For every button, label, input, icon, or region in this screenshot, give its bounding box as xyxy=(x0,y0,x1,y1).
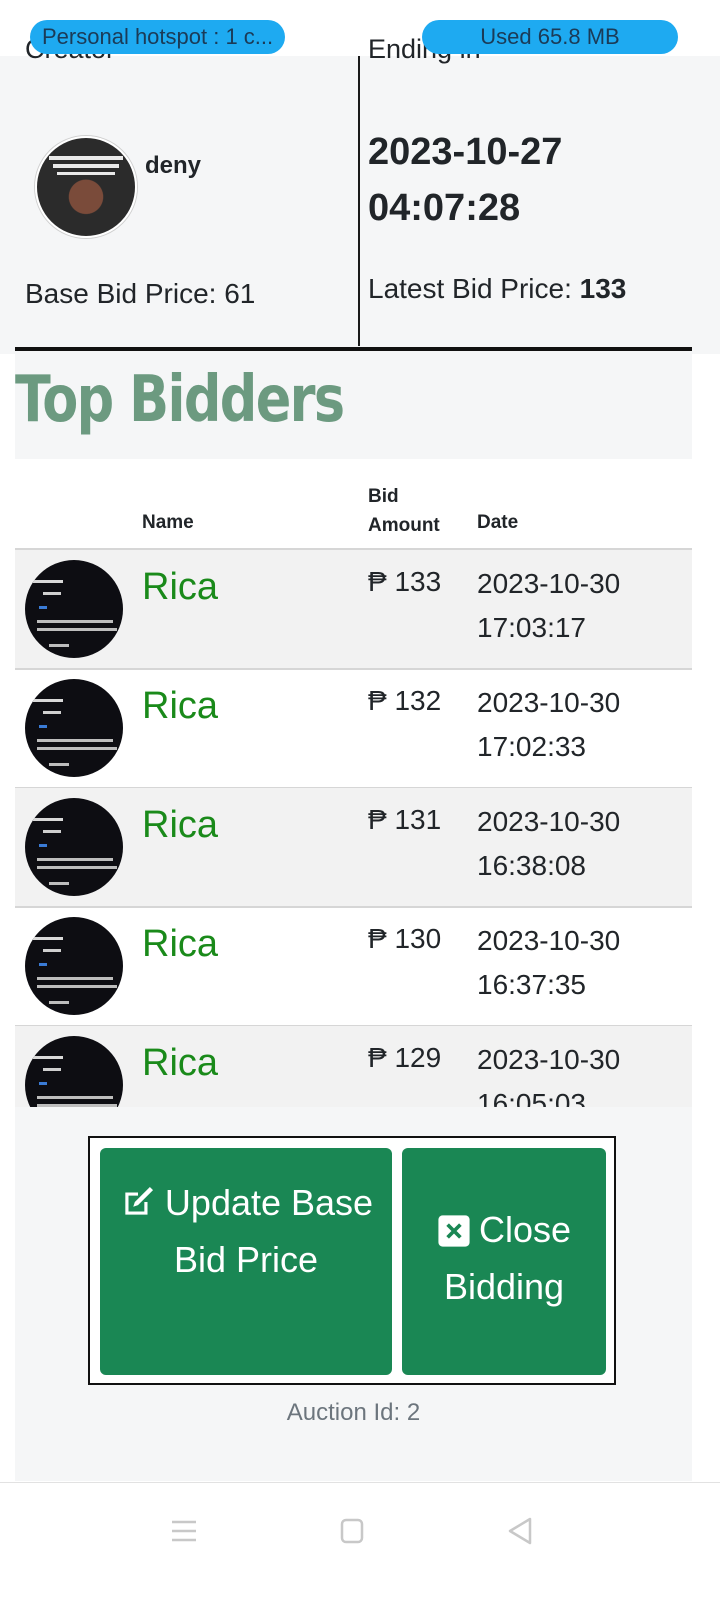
header-bid-amount: Bid Amount xyxy=(368,486,440,536)
creator-column: Creator deny Base Bid Price: 61 xyxy=(0,34,360,346)
bidder-avatar xyxy=(25,917,123,1015)
ending-column: Ending in 2023-10-27 04:07:28 Latest Bid… xyxy=(360,34,720,346)
latest-bid-price-label: Latest Bid Price: xyxy=(368,273,580,304)
bid-date: 2023-10-30 16:37:35 xyxy=(477,925,621,1000)
table-header: Name Bid Amount Date xyxy=(15,470,692,550)
bidders-table[interactable]: Name Bid Amount Date Rica ₱ 133 2023-10-… xyxy=(15,470,692,1107)
table-row[interactable]: Rica ₱ 130 2023-10-30 16:37:35 xyxy=(15,907,692,1027)
bid-amount: ₱ 130 xyxy=(368,923,442,954)
bidder-name: Rica xyxy=(142,685,219,727)
bid-date: 2023-10-30 16:05:03 xyxy=(477,1044,621,1107)
bidder-name: Rica xyxy=(142,1042,219,1084)
bidder-name: Rica xyxy=(142,923,219,965)
data-usage-pill[interactable]: Used 65.8 MB xyxy=(422,20,678,54)
table-row[interactable]: Rica ₱ 133 2023-10-30 17:03:17 xyxy=(15,550,692,670)
bidder-avatar xyxy=(25,560,123,658)
system-nav-bar xyxy=(0,1482,720,1601)
creator-name: deny xyxy=(145,152,202,179)
close-box-icon xyxy=(438,1215,470,1247)
table-row[interactable]: Rica ₱ 129 2023-10-30 16:05:03 xyxy=(15,1026,692,1107)
hotspot-status-pill[interactable]: Personal hotspot : 1 c... xyxy=(30,20,285,54)
ending-date: 2023-10-27 04:07:28 xyxy=(368,131,563,229)
bidders-title-bar: Top Bidders xyxy=(15,351,692,459)
bid-amount: ₱ 131 xyxy=(368,804,442,835)
back-icon[interactable] xyxy=(500,1511,540,1551)
bid-date: 2023-10-30 17:03:17 xyxy=(477,568,621,643)
action-area: Update Base Bid Price Close Bidding Auct… xyxy=(15,1107,692,1481)
bidder-avatar xyxy=(25,1036,123,1107)
edit-icon xyxy=(125,1186,153,1215)
bid-date: 2023-10-30 16:38:08 xyxy=(477,806,621,881)
home-icon[interactable] xyxy=(332,1511,372,1551)
table-row[interactable]: Rica ₱ 131 2023-10-30 16:38:08 xyxy=(15,788,692,908)
bid-date: 2023-10-30 17:02:33 xyxy=(477,687,621,762)
bidder-avatar xyxy=(25,798,123,896)
latest-bid-price: Latest Bid Price: 133 xyxy=(368,273,626,305)
bid-amount: ₱ 133 xyxy=(368,566,442,597)
auction-id: Auction Id: 2 xyxy=(286,1399,421,1426)
latest-bid-price-value: 133 xyxy=(579,273,627,304)
update-base-bid-price-button[interactable]: Update Base Bid Price xyxy=(100,1148,392,1375)
action-button-group: Update Base Bid Price Close Bidding xyxy=(88,1136,616,1385)
bidder-name: Rica xyxy=(142,566,219,608)
auction-info-panel: Creator deny Base Bid Price: 61 Ending i… xyxy=(0,34,720,354)
close-bidding-button[interactable]: Close Bidding xyxy=(402,1148,606,1375)
bidder-name: Rica xyxy=(142,804,219,846)
creator-avatar[interactable] xyxy=(35,136,137,238)
header-date: Date xyxy=(477,512,519,533)
table-row[interactable]: Rica ₱ 132 2023-10-30 17:02:33 xyxy=(15,669,692,789)
bidder-avatar xyxy=(25,679,123,777)
base-bid-price: Base Bid Price: 61 xyxy=(25,278,256,309)
bid-amount: ₱ 132 xyxy=(368,685,442,716)
update-button-label: Update Base Bid Price xyxy=(164,1182,374,1280)
top-bidders-title: Top Bidders xyxy=(15,363,345,437)
menu-icon[interactable] xyxy=(164,1511,204,1551)
bid-amount: ₱ 129 xyxy=(368,1042,442,1073)
header-name: Name xyxy=(142,512,194,533)
